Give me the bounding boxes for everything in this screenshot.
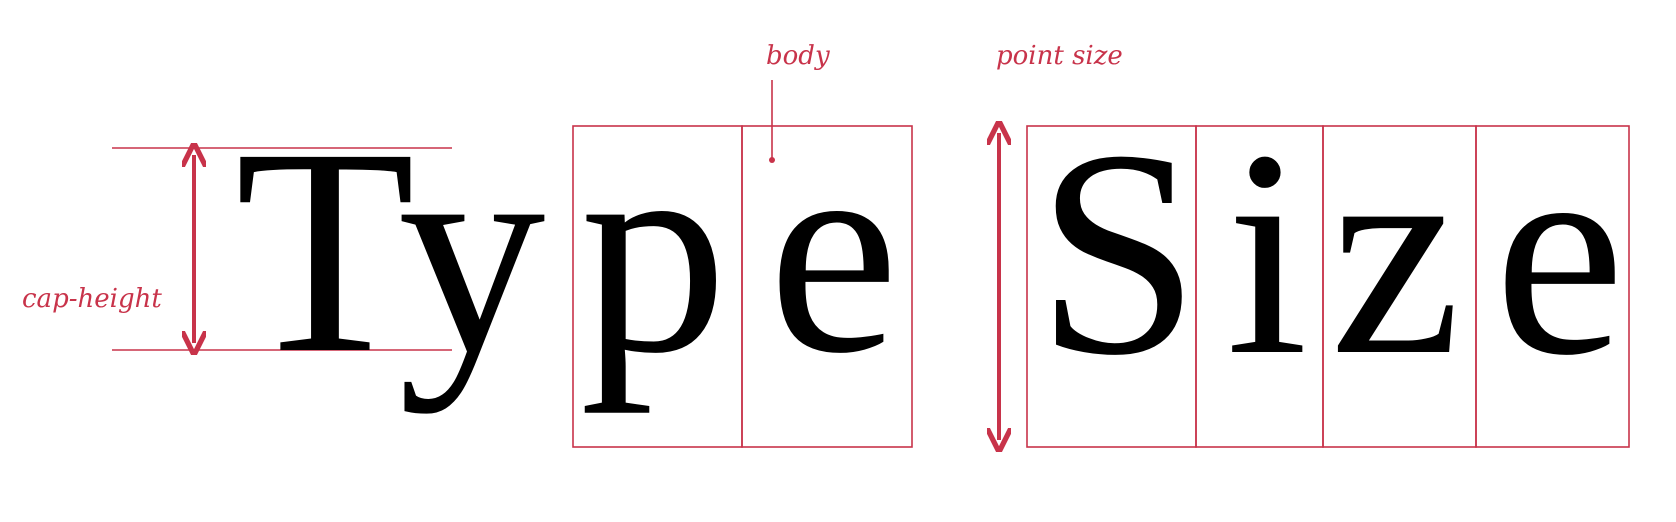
glyph-y: y bbox=[398, 87, 546, 415]
label-cap-height: cap-height bbox=[22, 284, 162, 314]
glyph-i: i bbox=[1226, 89, 1308, 416]
glyph-S: S bbox=[1036, 89, 1200, 416]
label-body: body bbox=[766, 41, 830, 71]
glyph-z: z bbox=[1330, 89, 1461, 416]
glyph-p: p bbox=[580, 87, 728, 415]
label-point-size: point size bbox=[996, 41, 1123, 71]
type-size-diagram: T y p e S i z e body point size cap-heig… bbox=[0, 0, 1676, 522]
glyph-T: T bbox=[235, 87, 415, 414]
diagram-canvas: T y p e S i z e body point size cap-heig… bbox=[22, 41, 1630, 522]
glyph-e2: e bbox=[1494, 89, 1625, 416]
glyph-e: e bbox=[768, 87, 899, 414]
